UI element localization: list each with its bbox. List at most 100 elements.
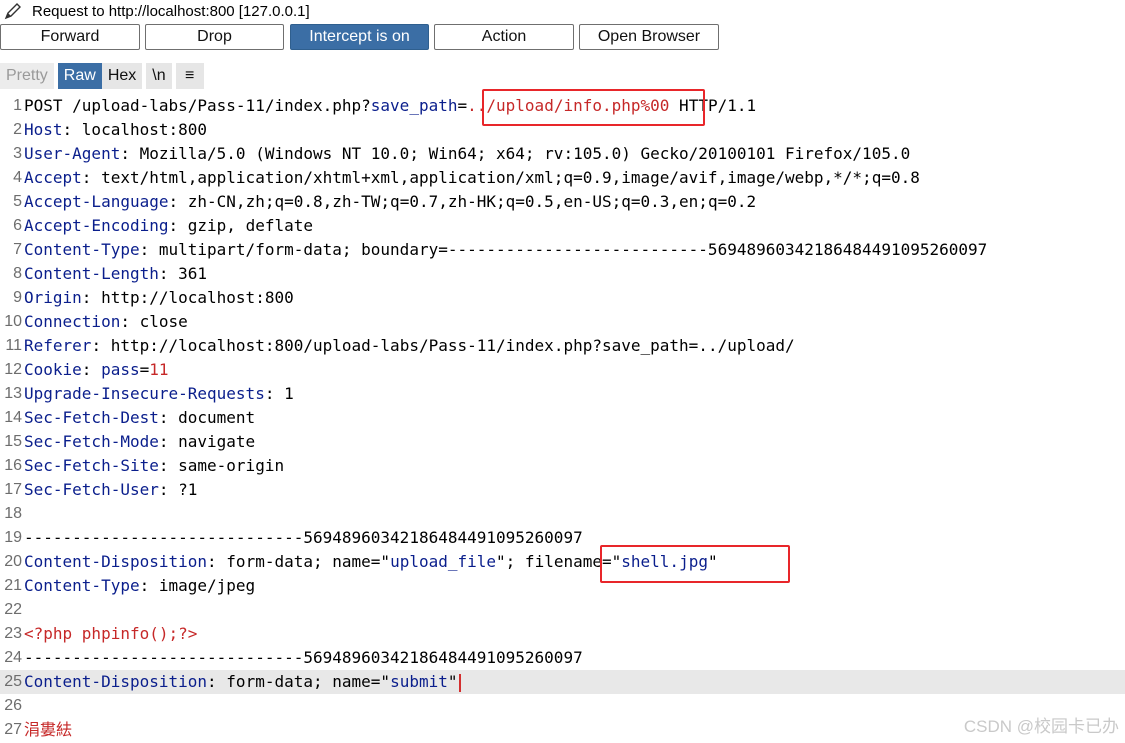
line-number: 26 [4,697,22,714]
highlighted-value: 11 [149,360,169,379]
line-content: -----------------------------56948960342… [24,526,583,550]
request-line[interactable]: 9 Origin: http://localhost:800 [0,286,1125,310]
text-segment: : form-data; name=" [207,672,391,691]
request-line[interactable]: 26 [0,694,1125,718]
request-line[interactable]: 18 [0,502,1125,526]
request-line[interactable]: 21 Content-Type: image/jpeg [0,574,1125,598]
line-number: 17 [4,481,22,498]
line-content: Sec-Fetch-User: ?1 [24,478,197,502]
text-segment: : multipart/form-data; boundary=--------… [139,240,988,259]
line-number: 6 [13,217,22,234]
request-editor[interactable]: 1 POST /upload-labs/Pass-11/index.php?sav… [0,94,1125,743]
text-segment: : [81,360,102,379]
line-number: 3 [13,145,22,162]
open-browser-button[interactable]: Open Browser [579,24,719,50]
line-content: -----------------------------56948960342… [24,646,583,670]
header-name: Connection [24,312,121,331]
line-number: 19 [4,529,22,546]
request-line[interactable]: 22 [0,598,1125,622]
tab-pretty[interactable]: Pretty [0,63,54,89]
header-name: Content-Disposition [24,672,208,691]
request-line[interactable]: 20 Content-Disposition: form-data; name="… [0,550,1125,574]
request-line[interactable]: 16 Sec-Fetch-Site: same-origin [0,454,1125,478]
line-number: 23 [4,625,22,642]
request-line[interactable]: 13 Upgrade-Insecure-Requests: 1 [0,382,1125,406]
text-segment: : navigate [158,432,256,451]
line-number: 27 [4,721,22,738]
text-segment: = [457,96,468,115]
request-line[interactable]: 19 -----------------------------569489603… [0,526,1125,550]
menu-icon[interactable]: ≡ [175,63,204,89]
text-segment: : Mozilla/5.0 (Windows NT 10.0; Win64; x… [120,144,911,163]
request-line[interactable]: 5 Accept-Language: zh-CN,zh;q=0.8,zh-TW;q… [0,190,1125,214]
text-segment: " [447,672,458,691]
line-content: Content-Type: image/jpeg [24,574,255,598]
request-line[interactable]: 10 Connection: close [0,310,1125,334]
string-value: upload_file [390,552,497,571]
newline-toggle[interactable]: \n [146,63,172,89]
header-name: Cookie [24,360,82,379]
line-number: 9 [13,289,22,306]
request-line[interactable]: 3 User-Agent: Mozilla/5.0 (Windows NT 10.… [0,142,1125,166]
request-line[interactable]: 4 Accept: text/html,application/xhtml+xml… [0,166,1125,190]
line-number: 22 [4,601,22,618]
line-number: 20 [4,553,22,570]
text-segment: : http://localhost:800/upload-labs/Pass-… [91,336,795,355]
intercept-toggle-button[interactable]: Intercept is on [290,24,429,50]
request-line[interactable]: 6 Accept-Encoding: gzip, deflate [0,214,1125,238]
request-line[interactable]: 27 涓婁紶 [0,718,1125,742]
window-titlebar: Request to http://localhost:800 [127.0.0… [0,0,1125,22]
line-number: 15 [4,433,22,450]
request-line[interactable]: 8 Content-Length: 361 [0,262,1125,286]
line-number: 7 [13,241,22,258]
line-number: 8 [13,265,22,282]
header-name: Accept-Language [24,192,169,211]
line-content: Content-Length: 361 [24,262,207,286]
text-segment: : form-data; name=" [207,552,391,571]
text-segment: : same-origin [158,456,285,475]
request-line[interactable]: 25 Content-Disposition: form-data; name="… [0,670,1125,694]
header-name: save_path [370,96,458,115]
line-content: <?php phpinfo();?> [24,622,197,646]
text-caret [458,673,461,692]
line-content: Accept: text/html,application/xhtml+xml,… [24,166,920,190]
request-line[interactable]: 12 Cookie: pass=11 [0,358,1125,382]
tab-hex[interactable]: Hex [101,63,143,89]
line-number: 10 [4,313,22,330]
line-number: 4 [13,169,22,186]
drop-button[interactable]: Drop [145,24,284,50]
line-content: Accept-Encoding: gzip, deflate [24,214,313,238]
line-content: Host: localhost:800 [24,118,207,142]
request-line[interactable]: 24 -----------------------------569489603… [0,646,1125,670]
line-number: 24 [4,649,22,666]
request-line[interactable]: 15 Sec-Fetch-Mode: navigate [0,430,1125,454]
line-number: 21 [4,577,22,594]
highlight-filename [600,545,790,583]
request-line[interactable]: 14 Sec-Fetch-Dest: document [0,406,1125,430]
request-line[interactable]: 17 Sec-Fetch-User: ?1 [0,478,1125,502]
header-name: Content-Length [24,264,159,283]
text-segment: : http://localhost:800 [81,288,294,307]
line-number: 14 [4,409,22,426]
line-content: Accept-Language: zh-CN,zh;q=0.8,zh-TW;q=… [24,190,756,214]
header-name: Sec-Fetch-Dest [24,408,159,427]
forward-button[interactable]: Forward [0,24,140,50]
header-name: Content-Type [24,576,140,595]
text-segment: : text/html,application/xhtml+xml,applic… [81,168,920,187]
request-line[interactable]: 7 Content-Type: multipart/form-data; boun… [0,238,1125,262]
view-mode-tabs: Pretty Raw Hex \n ≡ [0,62,208,90]
request-line[interactable]: 23 <?php phpinfo();?> [0,622,1125,646]
header-name: Referer [24,336,92,355]
header-name: pass [101,360,140,379]
line-number: 5 [13,193,22,210]
tab-raw[interactable]: Raw [57,63,102,89]
request-line[interactable]: 11 Referer: http://localhost:800/upload-l… [0,334,1125,358]
line-content: Referer: http://localhost:800/upload-lab… [24,334,795,358]
line-number: 25 [4,673,22,690]
action-button[interactable]: Action [434,24,574,50]
line-content: User-Agent: Mozilla/5.0 (Windows NT 10.0… [24,142,910,166]
line-content: Sec-Fetch-Dest: document [24,406,255,430]
pencil-icon [4,3,21,20]
header-name: Accept-Encoding [24,216,169,235]
text-segment: = [139,360,150,379]
